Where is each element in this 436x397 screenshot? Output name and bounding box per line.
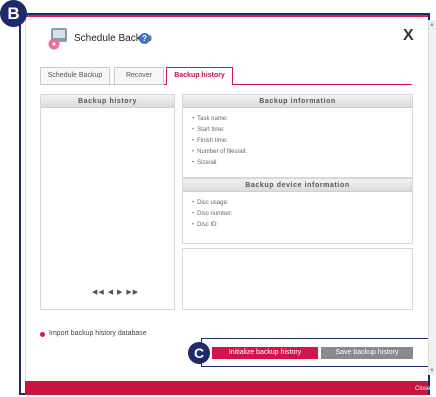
info-size: Size/all: [192, 158, 412, 169]
initialize-history-button[interactable]: Initialize backup history: [212, 347, 318, 359]
callout-c-badge: C: [188, 342, 210, 364]
save-history-button[interactable]: Save backup history: [321, 347, 413, 359]
info-start-time: Start time:: [192, 125, 412, 136]
dialog-footer-band: [25, 381, 428, 395]
pager-arrows-icon[interactable]: ◀◀ ◀ ▶ ▶▶: [92, 289, 139, 296]
backup-history-panel: Backup history: [40, 94, 175, 310]
tab-recover[interactable]: Recover: [114, 67, 164, 84]
close-icon[interactable]: X: [403, 27, 414, 45]
backup-device-header: Backup device information: [183, 179, 412, 192]
history-detail-panel: [182, 248, 413, 310]
dialog-top-accent: [21, 15, 428, 17]
scroll-up-icon[interactable]: ▲: [429, 22, 435, 28]
vertical-scrollbar[interactable]: [428, 20, 436, 375]
bullet-icon: [40, 332, 45, 337]
history-pager[interactable]: ◀◀ ◀ ▶ ▶▶: [92, 288, 139, 296]
info-number-of-files: Number of files/all:: [192, 147, 412, 158]
backup-history-header: Backup history: [41, 95, 174, 108]
backup-device-panel: Backup device information Disc usage: Di…: [182, 178, 413, 244]
info-finish-time: Finish time:: [192, 136, 412, 147]
backup-information-panel: Backup information Task name: Start time…: [182, 94, 413, 178]
import-history-link[interactable]: Import backup history database: [49, 330, 147, 337]
question-icon[interactable]: ?: [139, 33, 150, 44]
tab-backup-history[interactable]: Backup history: [166, 67, 233, 85]
device-disc-number: Disc number:: [192, 209, 412, 220]
tab-baseline: [40, 84, 165, 85]
info-task-name: Task name:: [192, 114, 412, 125]
device-disc-usage: Disc usage:: [192, 198, 412, 209]
backup-device-list: Disc usage: Disc number: Disc ID:: [183, 192, 412, 231]
scroll-down-icon[interactable]: ▼: [429, 368, 435, 374]
footer-close-label[interactable]: Close: [415, 386, 430, 392]
backup-information-list: Task name: Start time: Finish time: Numb…: [183, 108, 412, 169]
backup-app-icon: [48, 28, 67, 50]
tab-schedule-backup[interactable]: Schedule Backup: [40, 67, 110, 84]
callout-b-badge: B: [0, 0, 27, 27]
device-disc-id: Disc ID:: [192, 220, 412, 231]
backup-information-header: Backup information: [183, 95, 412, 108]
